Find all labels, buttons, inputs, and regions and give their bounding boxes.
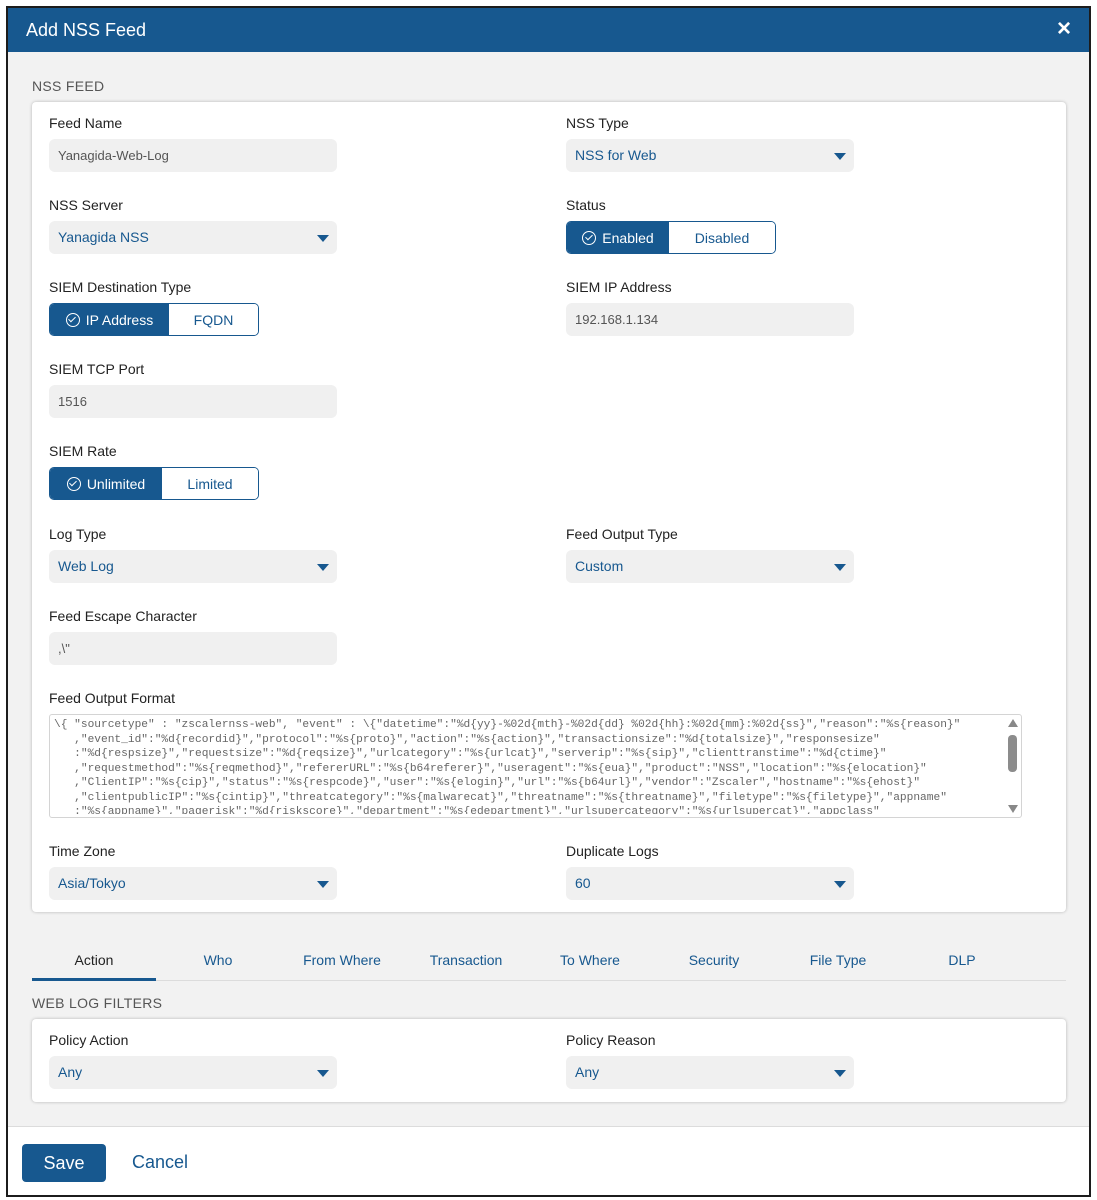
duplicate-logs-label: Duplicate Logs bbox=[566, 843, 659, 859]
log-type-label: Log Type bbox=[49, 526, 107, 542]
status-disabled-label: Disabled bbox=[694, 229, 750, 246]
filter-tabs: Action Who From Where Transaction To Whe… bbox=[32, 943, 1066, 981]
limited-option[interactable]: Limited bbox=[162, 468, 258, 499]
feed-escape-character-input[interactable]: ,\" bbox=[49, 632, 337, 665]
tab-dlp[interactable]: DLP bbox=[900, 943, 1024, 981]
status-enabled-label: Enabled bbox=[602, 229, 654, 246]
feed-output-type-label: Feed Output Type bbox=[566, 526, 678, 542]
siem-ip-address-label: SIEM IP Address bbox=[566, 279, 672, 295]
tab-from-where[interactable]: From Where bbox=[280, 943, 404, 981]
status-toggle: Enabled Disabled bbox=[566, 221, 776, 254]
chevron-down-icon bbox=[834, 564, 846, 571]
tab-to-where[interactable]: To Where bbox=[528, 943, 652, 981]
feed-output-type-value: Custom bbox=[575, 558, 624, 574]
dialog-title: Add NSS Feed bbox=[26, 20, 147, 40]
feed-name-label: Feed Name bbox=[49, 115, 123, 131]
policy-reason-value: Any bbox=[575, 1064, 600, 1080]
add-nss-feed-dialog: Add NSS Feed × NSS FEED Feed Name Yanagi… bbox=[6, 6, 1091, 1197]
siem-rate-toggle: Unlimited Limited bbox=[49, 467, 259, 500]
dialog-header: Add NSS Feed × bbox=[8, 8, 1089, 52]
fqdn-option[interactable]: FQDN bbox=[169, 304, 258, 335]
nss-type-value: NSS for Web bbox=[575, 147, 657, 163]
siem-tcp-port-label: SIEM TCP Port bbox=[49, 361, 145, 377]
scroll-up-arrow-icon[interactable] bbox=[1008, 719, 1018, 727]
close-icon[interactable]: × bbox=[1057, 17, 1071, 41]
scroll-down-arrow-icon[interactable] bbox=[1008, 805, 1018, 813]
time-zone-value: Asia/Tokyo bbox=[58, 875, 126, 891]
log-type-value: Web Log bbox=[58, 558, 114, 574]
tab-who[interactable]: Who bbox=[156, 943, 280, 981]
ip-address-option[interactable]: IP Address bbox=[50, 304, 169, 335]
status-disabled-option[interactable]: Disabled bbox=[669, 222, 775, 253]
web-log-filters-card: Policy Action Any Policy Reason Any bbox=[32, 1019, 1066, 1102]
tab-security[interactable]: Security bbox=[652, 943, 776, 981]
nss-server-select[interactable]: Yanagida NSS bbox=[49, 221, 337, 254]
chevron-down-icon bbox=[834, 153, 846, 160]
feed-escape-character-label: Feed Escape Character bbox=[49, 608, 197, 624]
chevron-down-icon bbox=[317, 235, 329, 242]
log-type-select[interactable]: Web Log bbox=[49, 550, 337, 583]
fqdn-label: FQDN bbox=[193, 311, 234, 328]
save-button[interactable]: Save bbox=[22, 1144, 106, 1182]
status-label: Status bbox=[566, 197, 606, 213]
tab-file-type[interactable]: File Type bbox=[776, 943, 900, 981]
siem-rate-label: SIEM Rate bbox=[49, 443, 117, 459]
policy-reason-select[interactable]: Any bbox=[566, 1056, 854, 1089]
feed-output-format-textarea[interactable]: \{ "sourcetype" : "zscalernss-web", "eve… bbox=[49, 714, 1022, 818]
policy-reason-label: Policy Reason bbox=[566, 1032, 656, 1048]
time-zone-label: Time Zone bbox=[49, 843, 116, 859]
siem-tcp-port-input[interactable]: 1516 bbox=[49, 385, 337, 418]
nss-server-label: NSS Server bbox=[49, 197, 123, 213]
unlimited-label: Unlimited bbox=[86, 475, 146, 492]
siem-ip-address-input[interactable]: 192.168.1.134 bbox=[566, 303, 854, 336]
nss-server-value: Yanagida NSS bbox=[58, 229, 149, 245]
feed-output-format-label: Feed Output Format bbox=[49, 690, 176, 706]
feed-output-format-value: \{ "sourcetype" : "zscalernss-web", "eve… bbox=[54, 719, 961, 814]
duplicate-logs-select[interactable]: 60 bbox=[566, 867, 854, 900]
textarea-scrollbar[interactable] bbox=[1005, 715, 1021, 817]
time-zone-select[interactable]: Asia/Tokyo bbox=[49, 867, 337, 900]
siem-destination-type-toggle: IP Address FQDN bbox=[49, 303, 259, 336]
policy-action-value: Any bbox=[58, 1064, 83, 1080]
siem-destination-type-label: SIEM Destination Type bbox=[49, 279, 192, 295]
duplicate-logs-value: 60 bbox=[575, 875, 591, 891]
chevron-down-icon bbox=[317, 881, 329, 888]
tab-transaction[interactable]: Transaction bbox=[404, 943, 528, 981]
nss-feed-section-title: NSS FEED bbox=[32, 78, 105, 94]
status-enabled-option[interactable]: Enabled bbox=[567, 222, 669, 253]
nss-type-select[interactable]: NSS for Web bbox=[566, 139, 854, 172]
policy-action-select[interactable]: Any bbox=[49, 1056, 337, 1089]
chevron-down-icon bbox=[317, 564, 329, 571]
chevron-down-icon bbox=[834, 881, 846, 888]
cancel-button[interactable]: Cancel bbox=[132, 1152, 188, 1173]
ip-address-label: IP Address bbox=[85, 311, 154, 328]
unlimited-option[interactable]: Unlimited bbox=[50, 468, 162, 499]
tab-action[interactable]: Action bbox=[32, 943, 156, 981]
chevron-down-icon bbox=[834, 1070, 846, 1077]
check-circle-icon bbox=[65, 312, 80, 327]
policy-action-label: Policy Action bbox=[49, 1032, 129, 1048]
dialog-footer: Save Cancel bbox=[8, 1126, 1089, 1195]
feed-name-input[interactable]: Yanagida-Web-Log bbox=[49, 139, 337, 172]
feed-output-type-select[interactable]: Custom bbox=[566, 550, 854, 583]
nss-feed-card: Feed Name Yanagida-Web-Log NSS Type NSS … bbox=[32, 102, 1066, 912]
scroll-thumb[interactable] bbox=[1008, 735, 1017, 772]
check-circle-icon bbox=[582, 230, 597, 245]
check-circle-icon bbox=[66, 476, 81, 491]
chevron-down-icon bbox=[317, 1070, 329, 1077]
nss-type-label: NSS Type bbox=[566, 115, 629, 131]
web-log-filters-section-title: WEB LOG FILTERS bbox=[32, 995, 163, 1011]
limited-label: Limited bbox=[187, 475, 233, 492]
